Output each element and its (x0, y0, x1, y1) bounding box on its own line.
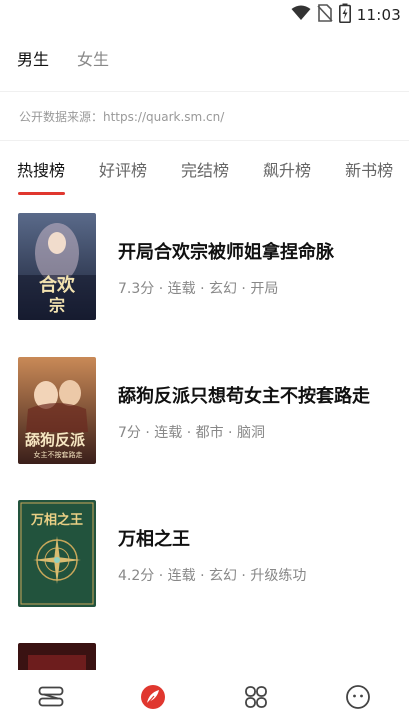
nav-bookshelf[interactable] (0, 670, 102, 727)
nav-discover[interactable] (102, 670, 204, 727)
tab-female[interactable]: 女生 (77, 46, 109, 70)
no-sim-icon (317, 4, 333, 26)
gender-tabs: 男生 女生 (17, 46, 109, 70)
list-item[interactable]: 舔狗反派 女主不按套路走 舔狗反派只想苟女主不按套路走 7分 · 连载 · 都市… (0, 357, 409, 467)
bookshelf-icon (38, 686, 64, 712)
wifi-icon (291, 5, 311, 25)
feather-icon (140, 684, 166, 714)
data-source-note: 公开数据来源：https://quark.sm.cn/ (19, 110, 225, 124)
nav-profile[interactable] (307, 670, 409, 727)
book-cover: 舔狗反派 女主不按套路走 (18, 357, 96, 464)
svg-text:万相之王: 万相之王 (30, 512, 83, 528)
tab-new-books[interactable]: 新书榜 (345, 157, 393, 181)
list-item[interactable]: 合欢 宗 开局合欢宗被师姐拿捏命脉 7.3分 · 连载 · 玄幻 · 开局 (0, 213, 409, 323)
ranking-tabs: 热搜榜 好评榜 完结榜 飙升榜 新书榜 (17, 157, 409, 181)
divider (0, 140, 409, 141)
svg-text:女主不按套路走: 女主不按套路走 (34, 450, 83, 459)
book-cover: 合欢 宗 (18, 213, 96, 320)
divider (0, 91, 409, 92)
book-title: 万相之王 (118, 529, 190, 550)
cover-text: 合欢 (39, 274, 76, 296)
tab-hot-search[interactable]: 热搜榜 (17, 157, 65, 181)
book-cover: 万相之王 (18, 500, 96, 607)
tab-rising[interactable]: 飙升榜 (263, 157, 311, 181)
nav-category[interactable] (205, 670, 307, 727)
status-bar: 11:03 (0, 0, 409, 30)
profile-face-icon (345, 684, 371, 714)
list-item[interactable]: 万相之王 万相之王 4.2分 · 连载 · 玄幻 · 升级练功 (0, 500, 409, 610)
category-grid-icon (244, 685, 268, 713)
book-title: 舔狗反派只想苟女主不按套路走 (118, 386, 370, 407)
book-title: 开局合欢宗被师姐拿捏命脉 (118, 242, 334, 263)
book-meta: 7分 · 连载 · 都市 · 脑洞 (118, 425, 265, 441)
tab-top-rated[interactable]: 好评榜 (99, 157, 147, 181)
bottom-nav (0, 670, 409, 727)
svg-text:宗: 宗 (49, 296, 65, 315)
book-meta: 4.2分 · 连载 · 玄幻 · 升级练功 (118, 568, 307, 584)
status-time: 11:03 (356, 6, 401, 24)
tab-male[interactable]: 男生 (17, 46, 49, 70)
tab-completed[interactable]: 完结榜 (181, 157, 229, 181)
svg-text:舔狗反派: 舔狗反派 (25, 431, 86, 449)
battery-charging-icon (338, 3, 351, 27)
status-icons: 11:03 (291, 3, 401, 27)
active-tab-indicator (18, 192, 65, 195)
book-meta: 7.3分 · 连载 · 玄幻 · 开局 (118, 281, 279, 297)
